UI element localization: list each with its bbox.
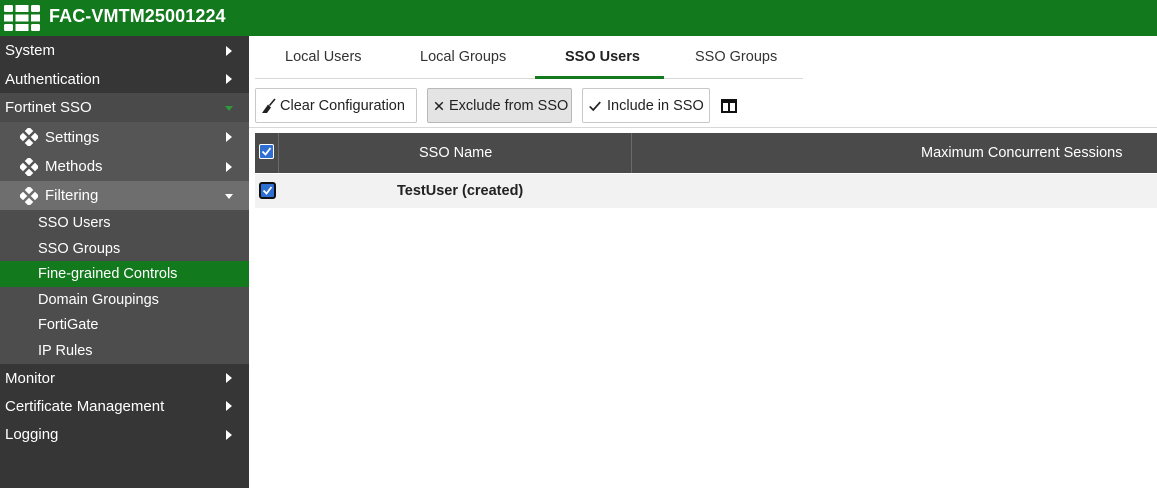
sidebar-item-fine-grained-controls[interactable]: Fine-grained Controls xyxy=(0,261,249,287)
top-header: FAC-VMTM25001224 xyxy=(0,0,1157,36)
sidebar-item-label: Logging xyxy=(5,426,59,443)
sidebar-item-label: FortiGate xyxy=(38,317,99,333)
tab-local-users[interactable]: Local Users xyxy=(285,49,362,65)
sidebar-item-sso-users[interactable]: SSO Users xyxy=(0,210,249,236)
sso-name-cell: TestUser (created) xyxy=(397,183,524,199)
tab-sso-users[interactable]: SSO Users xyxy=(565,49,640,65)
sidebar-item-label: Authentication xyxy=(5,70,101,88)
sidebar-item-filtering[interactable]: Filtering xyxy=(0,181,249,210)
exclude-from-sso-button[interactable]: Exclude from SSO xyxy=(427,88,572,123)
sidebar-item-label: Fine-grained Controls xyxy=(38,266,178,282)
main-content: Local Users Local Groups SSO Users SSO G… xyxy=(249,36,1157,488)
broom-icon xyxy=(262,97,276,113)
chevron-right-icon xyxy=(226,401,232,411)
include-in-sso-button[interactable]: Include in SSO xyxy=(582,88,710,123)
close-icon xyxy=(434,101,444,110)
chevron-right-icon xyxy=(226,45,232,56)
active-tab-indicator xyxy=(535,76,664,79)
chevron-down-icon xyxy=(225,193,233,199)
tab-sso-groups[interactable]: SSO Groups xyxy=(695,49,777,65)
column-separator xyxy=(631,133,632,173)
sidebar-item-label: Certificate Management xyxy=(5,397,165,415)
settings-nodes-icon xyxy=(20,128,38,146)
chevron-right-icon xyxy=(226,74,232,84)
sidebar-item-label: Methods xyxy=(45,158,103,175)
table-row[interactable]: TestUser (created) xyxy=(255,174,1157,208)
sidebar-item-domain-groupings[interactable]: Domain Groupings xyxy=(0,287,249,312)
sidebar-item-authentication[interactable]: Authentication xyxy=(0,65,249,93)
chevron-right-icon xyxy=(226,161,232,172)
checkmark-icon xyxy=(589,100,601,111)
toolbar-divider xyxy=(249,127,1157,128)
sidebar-item-label: Fortinet SSO xyxy=(5,99,92,116)
sidebar-item-logging[interactable]: Logging xyxy=(0,420,249,449)
fortinet-logo-icon xyxy=(4,5,40,31)
column-separator xyxy=(278,133,279,173)
chevron-right-icon xyxy=(226,373,232,383)
chevron-right-icon xyxy=(226,132,232,142)
clear-configuration-label: Clear Configuration xyxy=(280,97,405,114)
sidebar-item-system[interactable]: System xyxy=(0,36,249,65)
table-header: SSO Name Maximum Concurrent Sessions xyxy=(255,133,1157,173)
sidebar-item-label: IP Rules xyxy=(38,343,93,359)
sidebar-item-ip-rules[interactable]: IP Rules xyxy=(0,338,249,364)
filtering-nodes-icon xyxy=(20,186,38,205)
include-in-sso-label: Include in SSO xyxy=(607,97,704,114)
column-header-sso-name[interactable]: SSO Name xyxy=(419,145,492,161)
sidebar-item-sso-groups[interactable]: SSO Groups xyxy=(0,236,249,261)
sidebar-item-certificate-management[interactable]: Certificate Management xyxy=(0,392,249,420)
clear-configuration-button[interactable]: Clear Configuration xyxy=(255,88,417,123)
checkmark-icon xyxy=(261,147,272,156)
column-header-max-sessions[interactable]: Maximum Concurrent Sessions xyxy=(921,145,1122,161)
sidebar-item-methods[interactable]: Methods xyxy=(0,152,249,181)
sidebar-item-label: Domain Groupings xyxy=(38,291,159,308)
checkmark-icon xyxy=(262,186,273,195)
sidebar-item-label: System xyxy=(5,42,56,59)
chevron-down-icon xyxy=(225,105,233,111)
sidebar-item-fortigate[interactable]: FortiGate xyxy=(0,312,249,338)
sidebar-item-label: Filtering xyxy=(45,187,99,204)
exclude-from-sso-label: Exclude from SSO xyxy=(449,97,569,114)
hostname-title: FAC-VMTM25001224 xyxy=(49,6,226,26)
chevron-right-icon xyxy=(226,429,232,440)
sidebar-item-label: SSO Groups xyxy=(38,240,121,257)
methods-nodes-icon xyxy=(20,157,38,176)
column-settings-icon[interactable] xyxy=(721,99,737,113)
tab-local-groups[interactable]: Local Groups xyxy=(420,49,506,65)
tab-bar: Local Users Local Groups SSO Users SSO G… xyxy=(255,36,803,79)
sidebar-item-label: SSO Users xyxy=(38,215,111,231)
sidebar-item-fortinet-sso[interactable]: Fortinet SSO xyxy=(0,93,249,122)
sidebar: System Authentication Fortinet SSO Setti… xyxy=(0,36,249,488)
sidebar-item-settings[interactable]: Settings xyxy=(0,122,249,152)
sidebar-item-label: Monitor xyxy=(5,369,56,387)
select-all-checkbox[interactable] xyxy=(259,144,274,159)
row-checkbox[interactable] xyxy=(259,182,276,199)
sidebar-item-label: Settings xyxy=(45,128,100,146)
sidebar-item-monitor[interactable]: Monitor xyxy=(0,364,249,392)
